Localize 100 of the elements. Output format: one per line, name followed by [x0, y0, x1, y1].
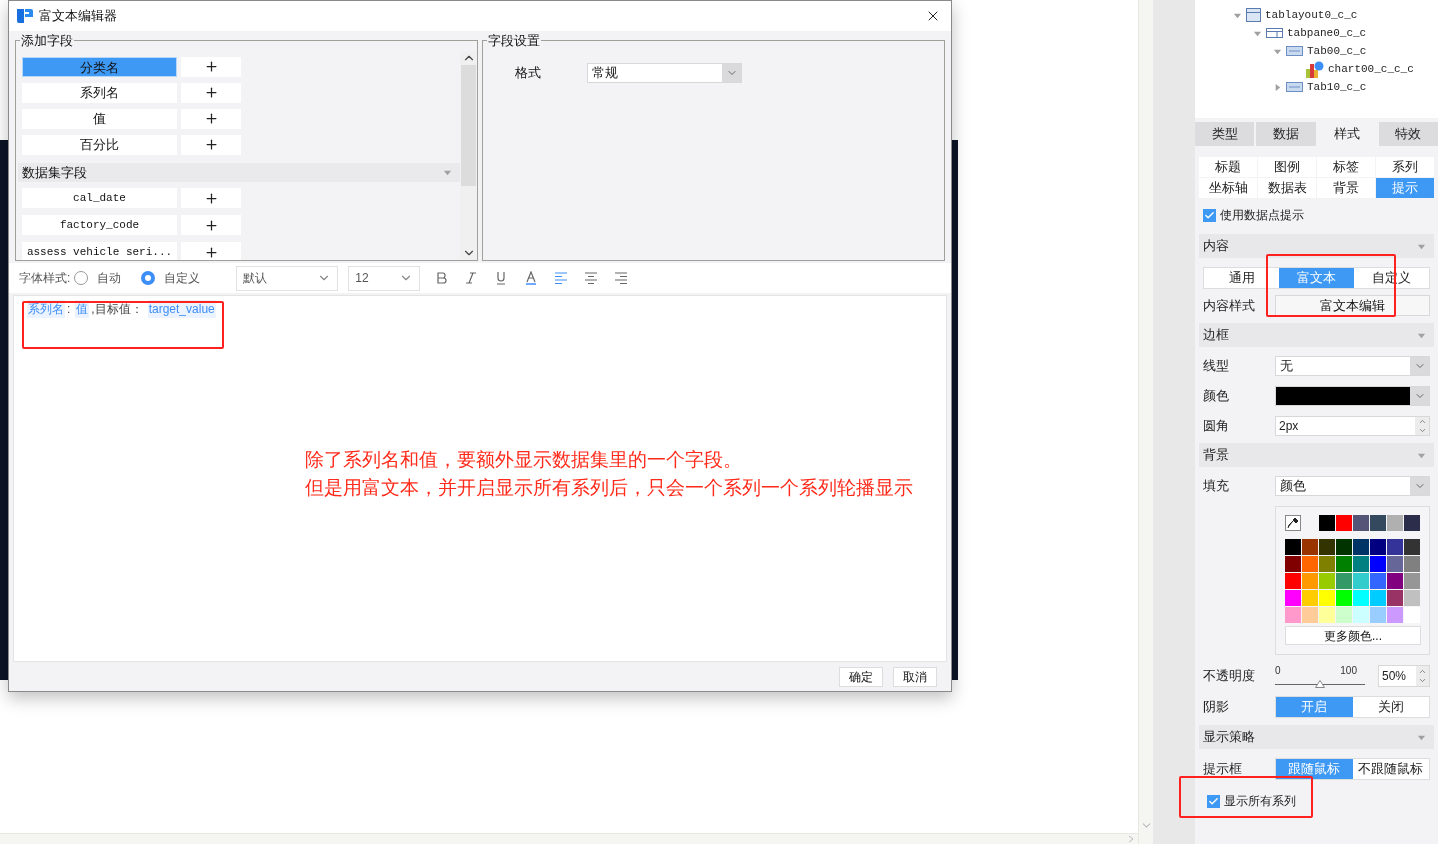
color-swatch[interactable]: [1387, 607, 1403, 623]
add-button[interactable]: [181, 242, 241, 260]
spin-up-icon[interactable]: [1417, 417, 1427, 426]
more-colors-button[interactable]: 更多颜色...: [1285, 626, 1421, 645]
field-item[interactable]: assess vehicle seri...: [22, 242, 177, 260]
color-swatch[interactable]: [1387, 573, 1403, 589]
section-header[interactable]: 数据集字段: [18, 162, 460, 182]
field-item[interactable]: 百分比: [22, 134, 177, 155]
add-button[interactable]: [181, 188, 241, 208]
radio-label[interactable]: 自动: [97, 269, 122, 287]
font-dropdown[interactable]: 默认: [236, 265, 339, 291]
segment-option[interactable]: 通用: [1204, 268, 1279, 288]
color-swatch[interactable]: [1387, 515, 1403, 531]
color-swatch[interactable]: [1336, 539, 1352, 555]
color-swatch[interactable]: [1302, 573, 1318, 589]
color-swatch[interactable]: [1285, 573, 1301, 589]
color-swatch[interactable]: [1302, 556, 1318, 572]
color-swatch[interactable]: [1319, 607, 1335, 623]
field-item[interactable]: 系列名: [22, 82, 177, 103]
rich-text-edit-button[interactable]: 富文本编辑: [1275, 295, 1430, 316]
color-dropdown[interactable]: [1275, 386, 1430, 406]
field-item[interactable]: 分类名: [22, 56, 177, 77]
dropdown[interactable]: 常规: [587, 62, 742, 83]
slider-thumb[interactable]: [1315, 680, 1325, 688]
color-swatch[interactable]: [1370, 515, 1386, 531]
color-swatch[interactable]: [1370, 556, 1386, 572]
color-swatch[interactable]: [1387, 590, 1403, 606]
color-swatch[interactable]: [1387, 539, 1403, 555]
color-swatch[interactable]: [1353, 515, 1369, 531]
tab[interactable]: 背景: [1317, 178, 1375, 198]
field-item[interactable]: factory_code: [22, 215, 177, 235]
color-swatch[interactable]: [1319, 539, 1335, 555]
checkbox[interactable]: [1203, 208, 1216, 222]
eyedropper-button[interactable]: [1285, 515, 1301, 531]
color-swatch[interactable]: [1370, 539, 1386, 555]
segment-option[interactable]: 不跟随鼠标: [1352, 759, 1429, 779]
italic-icon[interactable]: [464, 271, 479, 285]
tab[interactable]: 标签: [1317, 157, 1375, 177]
tree-item[interactable]: Tab10_c_c: [1307, 78, 1367, 96]
add-button[interactable]: [181, 56, 241, 77]
color-swatch[interactable]: [1353, 590, 1369, 606]
spin-down-icon[interactable]: [1417, 426, 1427, 435]
color-swatch[interactable]: [1370, 607, 1386, 623]
tree-item[interactable]: chart00_c_c_c: [1328, 60, 1414, 78]
color-swatch[interactable]: [1336, 515, 1352, 531]
color-swatch[interactable]: [1319, 590, 1335, 606]
tab[interactable]: 数据: [1256, 122, 1316, 146]
align-left-icon[interactable]: [554, 271, 569, 285]
color-swatch[interactable]: [1404, 515, 1420, 531]
spin-field[interactable]: 2px: [1275, 416, 1430, 436]
color-swatch[interactable]: [1353, 556, 1369, 572]
slider-track[interactable]: [1275, 680, 1365, 688]
color-swatch[interactable]: [1336, 590, 1352, 606]
color-swatch[interactable]: [1285, 607, 1301, 623]
color-swatch[interactable]: [1302, 590, 1318, 606]
color-swatch[interactable]: [1336, 607, 1352, 623]
add-button[interactable]: [181, 82, 241, 103]
add-button[interactable]: [181, 108, 241, 129]
align-right-icon[interactable]: [614, 271, 629, 285]
color-swatch[interactable]: [1336, 573, 1352, 589]
field-item[interactable]: cal_date: [22, 188, 177, 208]
tab[interactable]: 数据表: [1258, 178, 1316, 198]
color-swatch[interactable]: [1353, 607, 1369, 623]
add-button[interactable]: [181, 134, 241, 155]
segment-option[interactable]: 关闭: [1352, 697, 1429, 717]
color-swatch[interactable]: [1353, 539, 1369, 555]
checkbox[interactable]: [1207, 794, 1220, 808]
color-swatch[interactable]: [1370, 573, 1386, 589]
radio-button[interactable]: [141, 271, 156, 285]
size-dropdown[interactable]: 12: [348, 265, 421, 291]
field-item[interactable]: 值: [22, 108, 177, 129]
color-swatch[interactable]: [1404, 539, 1420, 555]
tab[interactable]: 类型: [1195, 122, 1255, 146]
color-swatch[interactable]: [1336, 556, 1352, 572]
scroll-right-icon[interactable]: [1128, 835, 1134, 843]
tree-item[interactable]: tabpane0_c_c: [1287, 24, 1367, 42]
section-header[interactable]: 显示策略: [1199, 725, 1434, 749]
tree-item[interactable]: tablayout0_c_c: [1265, 6, 1358, 24]
color-swatch[interactable]: [1353, 573, 1369, 589]
tab[interactable]: 坐标轴: [1199, 178, 1257, 198]
tab[interactable]: 图例: [1258, 157, 1316, 177]
align-center-icon[interactable]: [584, 271, 599, 285]
color-swatch[interactable]: [1404, 590, 1420, 606]
spin-field[interactable]: 50%: [1378, 664, 1430, 687]
tree-item[interactable]: Tab00_c_c: [1307, 42, 1367, 60]
color-swatch[interactable]: [1387, 556, 1403, 572]
color-swatch[interactable]: [1319, 515, 1335, 531]
color-swatch[interactable]: [1302, 539, 1318, 555]
add-button[interactable]: [181, 215, 241, 235]
tab[interactable]: 特效: [1378, 122, 1438, 146]
color-swatch[interactable]: [1285, 539, 1301, 555]
dialog-button[interactable]: 确定: [839, 666, 883, 687]
color-swatch[interactable]: [1285, 556, 1301, 572]
color-swatch[interactable]: [1302, 607, 1318, 623]
color-swatch[interactable]: [1404, 556, 1420, 572]
checkbox-label[interactable]: 显示所有系列: [1224, 792, 1296, 810]
color-swatch[interactable]: [1404, 573, 1420, 589]
bold-icon[interactable]: [434, 271, 449, 285]
color-swatch[interactable]: [1319, 556, 1335, 572]
tab[interactable]: 标题: [1199, 157, 1257, 177]
